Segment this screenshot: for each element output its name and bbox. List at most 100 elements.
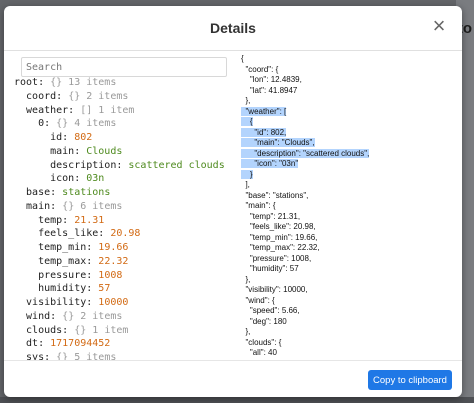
tree-row[interactable]: id: 802 xyxy=(14,131,233,145)
json-line: "speed": 5.66, xyxy=(241,306,300,315)
json-line: "description": "scattered clouds", xyxy=(241,148,370,158)
copy-to-clipboard-button[interactable]: Copy to clipboard xyxy=(368,370,452,390)
tree-row[interactable]: feels_like: 20.98 xyxy=(14,227,233,241)
tree-row[interactable]: coord: {} 2 items xyxy=(14,90,233,104)
tree-row[interactable]: pressure: 1008 xyxy=(14,269,233,283)
tree-row[interactable]: clouds: {} 1 item xyxy=(14,324,233,338)
json-line: { xyxy=(241,54,244,63)
tree-value: 10000 xyxy=(98,297,129,308)
tree-row[interactable]: weather: [] 1 item xyxy=(14,104,233,118)
modal-title: Details xyxy=(210,20,256,36)
json-line: "temp_max": 22.32, xyxy=(241,243,320,252)
json-line: "main": { xyxy=(241,201,276,210)
json-line: "id": 802, xyxy=(241,127,287,137)
raw-json-text: { "coord": { "lon": 12.4839, "lat": 41.8… xyxy=(241,54,370,361)
tree-key: id: xyxy=(14,132,75,143)
tree-value: scattered clouds xyxy=(128,159,225,171)
tree-row[interactable]: wind: {} 2 items xyxy=(14,310,233,324)
tree-row[interactable]: visibility: 10000 xyxy=(14,296,233,310)
json-line: }, xyxy=(241,274,251,284)
tree-value: {} 6 items xyxy=(62,200,123,212)
json-line: "lon": 12.4839, xyxy=(241,75,302,84)
tree-value: 22.32 xyxy=(98,255,129,267)
tree-view-pane: root: {} 13 items coord: {} 2 items weat… xyxy=(8,50,233,361)
json-line: "lat": 41.8947 xyxy=(241,85,298,95)
tree-key: icon: xyxy=(14,173,87,185)
tree-row[interactable]: humidity: 57 xyxy=(14,282,233,296)
tree-row[interactable]: base: stations xyxy=(14,186,233,200)
tree-row[interactable]: temp_max: 22.32 xyxy=(14,255,233,269)
json-line: "pressure": 1008, xyxy=(241,253,312,263)
tree-value: 19.66 xyxy=(98,242,129,253)
tree-key: temp_min: xyxy=(14,242,99,253)
tree-row[interactable]: main: {} 6 items xyxy=(14,200,233,214)
tree-key: description: xyxy=(14,159,129,171)
json-line: "coord": { xyxy=(241,64,279,74)
tree-key: visibility: xyxy=(14,297,99,308)
json-line: "humidity": 57 xyxy=(241,264,299,273)
tree-key: humidity: xyxy=(14,283,99,295)
tree-key: clouds: xyxy=(14,324,75,336)
tree-value: {} 1 item xyxy=(74,324,129,336)
tree-value: 802 xyxy=(74,132,93,143)
tree-value: 20.98 xyxy=(110,228,141,240)
tree-row[interactable]: root: {} 13 items xyxy=(14,76,233,90)
json-line: ], xyxy=(241,180,250,189)
json-line: "weather": [ xyxy=(241,106,287,116)
tree-value: stations xyxy=(62,187,111,198)
tree-key: base: xyxy=(14,187,63,198)
tree-key: temp: xyxy=(14,214,75,226)
tree-row[interactable]: dt: 1717094452 xyxy=(14,337,233,351)
json-line: "all": 40 xyxy=(241,348,277,357)
tree-key: weather: xyxy=(14,104,81,116)
modal-header: Details × xyxy=(4,6,462,51)
background-footer xyxy=(0,397,474,403)
tree-value: {} 2 items xyxy=(68,90,129,102)
tree-value: {} 4 items xyxy=(56,118,117,130)
tree-value: {} 2 items xyxy=(62,310,123,322)
tree-value: 57 xyxy=(98,283,111,295)
json-line: "visibility": 10000, xyxy=(241,285,308,294)
json-tree: root: {} 13 items coord: {} 2 items weat… xyxy=(14,76,233,361)
json-line: "temp": 21.31, xyxy=(241,211,301,221)
tree-key: main: xyxy=(14,200,63,212)
tree-row[interactable]: icon: 03n xyxy=(14,172,233,186)
search-input[interactable] xyxy=(21,57,227,77)
json-line: }, xyxy=(241,96,251,105)
tree-row[interactable]: description: scattered clouds xyxy=(14,159,233,173)
modal-footer: Copy to clipboard xyxy=(4,360,462,397)
json-line: { xyxy=(241,117,253,126)
tree-key: pressure: xyxy=(14,269,99,281)
json-line: "feels_like": 20.98, xyxy=(241,222,316,231)
json-line: }, xyxy=(241,327,251,336)
json-line: "temp_min": 19.66, xyxy=(241,232,318,242)
close-icon[interactable]: × xyxy=(426,13,452,39)
tree-value: 21.31 xyxy=(74,214,105,226)
json-line: "clouds": { xyxy=(241,337,282,347)
tree-key: 0: xyxy=(14,118,57,130)
json-line: } xyxy=(241,169,253,179)
tree-key: feels_like: xyxy=(14,228,111,240)
tree-value: 03n xyxy=(86,173,105,185)
tree-key: temp_max: xyxy=(14,255,99,267)
tree-key: root: xyxy=(14,77,51,88)
tree-key: coord: xyxy=(14,90,69,102)
tree-value: Clouds xyxy=(86,145,123,157)
tree-row[interactable]: temp: 21.31 xyxy=(14,214,233,228)
json-line: "base": "stations", xyxy=(241,190,309,200)
tree-row[interactable]: main: Clouds xyxy=(14,145,233,159)
tree-value: 1717094452 xyxy=(50,338,111,350)
tree-value: [] 1 item xyxy=(80,104,135,116)
json-line: "main": "Clouds", xyxy=(241,138,315,147)
tree-key: wind: xyxy=(14,310,63,322)
tree-value: 1008 xyxy=(98,269,123,281)
tree-value: {} 13 items xyxy=(50,77,117,88)
details-modal: Details × root: {} 13 items coord: {} 2 … xyxy=(4,6,462,397)
json-line: "wind": { xyxy=(241,295,275,305)
tree-row[interactable]: temp_min: 19.66 xyxy=(14,241,233,255)
tree-row[interactable]: 0: {} 4 items xyxy=(14,117,233,131)
json-line: "icon": "03n" xyxy=(241,159,299,168)
tree-key: main: xyxy=(14,145,87,157)
raw-json-pane: { "coord": { "lon": 12.4839, "lat": 41.8… xyxy=(241,50,457,361)
tree-key: dt: xyxy=(14,338,51,350)
